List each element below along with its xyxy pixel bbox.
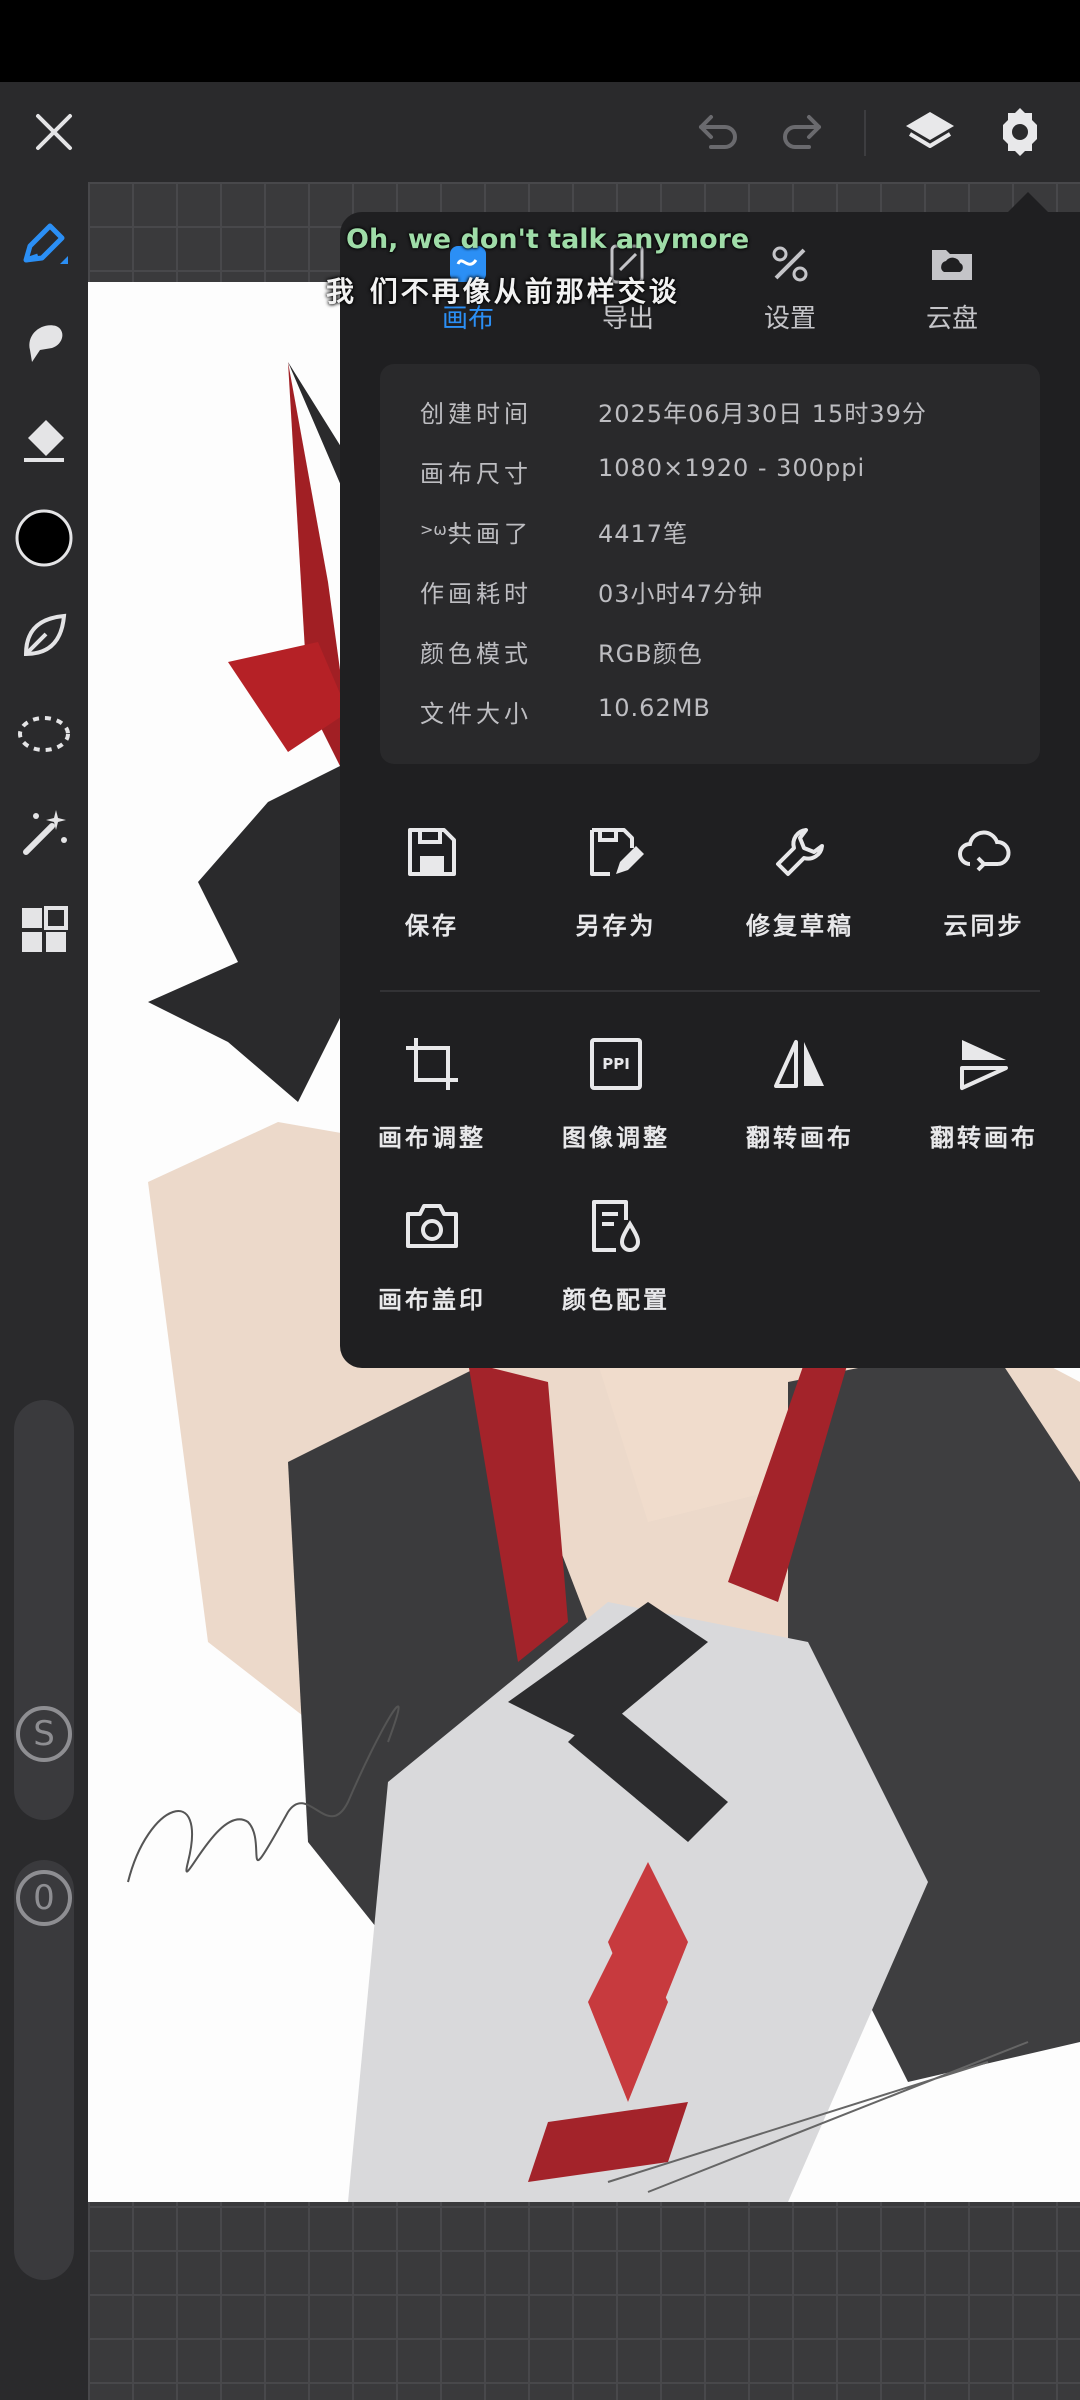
- color-config-button[interactable]: 颜色配置: [536, 1186, 696, 1315]
- layers-icon[interactable]: [898, 100, 962, 164]
- canvas-info-box: 创建时间 2025年06月30日 15时39分 画布尺寸 1080×1920 - 3…: [380, 364, 1040, 764]
- repair-draft-button[interactable]: 修复草稿: [720, 812, 880, 941]
- save-button[interactable]: 保存: [352, 812, 512, 941]
- flip-canvas-vertical-button[interactable]: 翻转画布: [904, 1024, 1064, 1153]
- panel-divider: [380, 990, 1040, 992]
- image-adjust-button[interactable]: PPI 图像调整: [536, 1024, 696, 1153]
- camera-icon: [352, 1186, 512, 1266]
- grid-apps-icon[interactable]: [12, 898, 76, 962]
- info-row: 文件大小 10.62MB: [420, 694, 711, 728]
- magic-wand-icon[interactable]: [12, 800, 76, 864]
- gear-icon[interactable]: [988, 100, 1052, 164]
- tab-cloud-drive[interactable]: 云盘: [882, 234, 1022, 344]
- app-root: S 0 画布 导出 设置 云盘 创建时间 2025年06月30日 15时39分 …: [0, 0, 1080, 2400]
- info-row: >ω< 共画了 4417笔: [420, 520, 689, 548]
- eraser-icon[interactable]: [12, 408, 76, 472]
- save-as-button[interactable]: 另存为: [536, 812, 696, 941]
- save-as-icon: [536, 812, 696, 892]
- redo-icon[interactable]: [770, 100, 834, 164]
- wrench-icon: [720, 812, 880, 892]
- undo-icon[interactable]: [686, 100, 750, 164]
- panel-pointer: [1006, 192, 1050, 214]
- lasso-icon[interactable]: [12, 702, 76, 766]
- cloud-sync-button[interactable]: 云同步: [904, 812, 1064, 941]
- canvas-menu-panel: 画布 导出 设置 云盘 创建时间 2025年06月30日 15时39分 画布尺寸 1…: [340, 212, 1080, 1368]
- info-row: 创建时间 2025年06月30日 15时39分: [420, 400, 927, 428]
- size-slider-label[interactable]: S: [16, 1706, 72, 1762]
- flip-canvas-horizontal-button[interactable]: 翻转画布: [720, 1024, 880, 1153]
- toolbar-divider: [864, 110, 866, 156]
- lyric-line-english: Oh, we don't talk anymore: [346, 224, 750, 255]
- lyric-line-chinese: 我 们不再像从前那样交谈: [326, 275, 680, 308]
- ppi-badge: PPI: [590, 1038, 642, 1090]
- cloud-sync-icon: [904, 812, 1064, 892]
- save-icon: [352, 812, 512, 892]
- flip-horizontal-icon: [720, 1024, 880, 1104]
- color-swatch[interactable]: [12, 506, 76, 570]
- info-row: 作画耗时 03小时47分钟: [420, 580, 764, 608]
- ppi-icon: PPI: [536, 1024, 696, 1104]
- canvas-adjust-button[interactable]: 画布调整: [352, 1024, 512, 1153]
- leaf-shape-icon[interactable]: [12, 604, 76, 668]
- flip-vertical-icon: [904, 1024, 1064, 1104]
- cloud-folder-icon: [882, 234, 1022, 294]
- brush-icon[interactable]: [12, 212, 76, 276]
- canvas-stamp-button[interactable]: 画布盖印: [352, 1186, 512, 1315]
- close-icon[interactable]: [22, 100, 86, 164]
- status-bar: [0, 0, 1080, 82]
- tab-label: 设置: [763, 304, 816, 334]
- opacity-slider-label[interactable]: 0: [16, 1870, 72, 1926]
- tab-label: 云盘: [925, 304, 978, 334]
- info-row: 颜色模式 RGB颜色: [420, 640, 703, 668]
- smudge-icon[interactable]: [12, 310, 76, 374]
- info-row: 画布尺寸 1080×1920 - 300ppi: [420, 454, 866, 488]
- color-config-icon: [536, 1186, 696, 1266]
- crop-icon: [352, 1024, 512, 1104]
